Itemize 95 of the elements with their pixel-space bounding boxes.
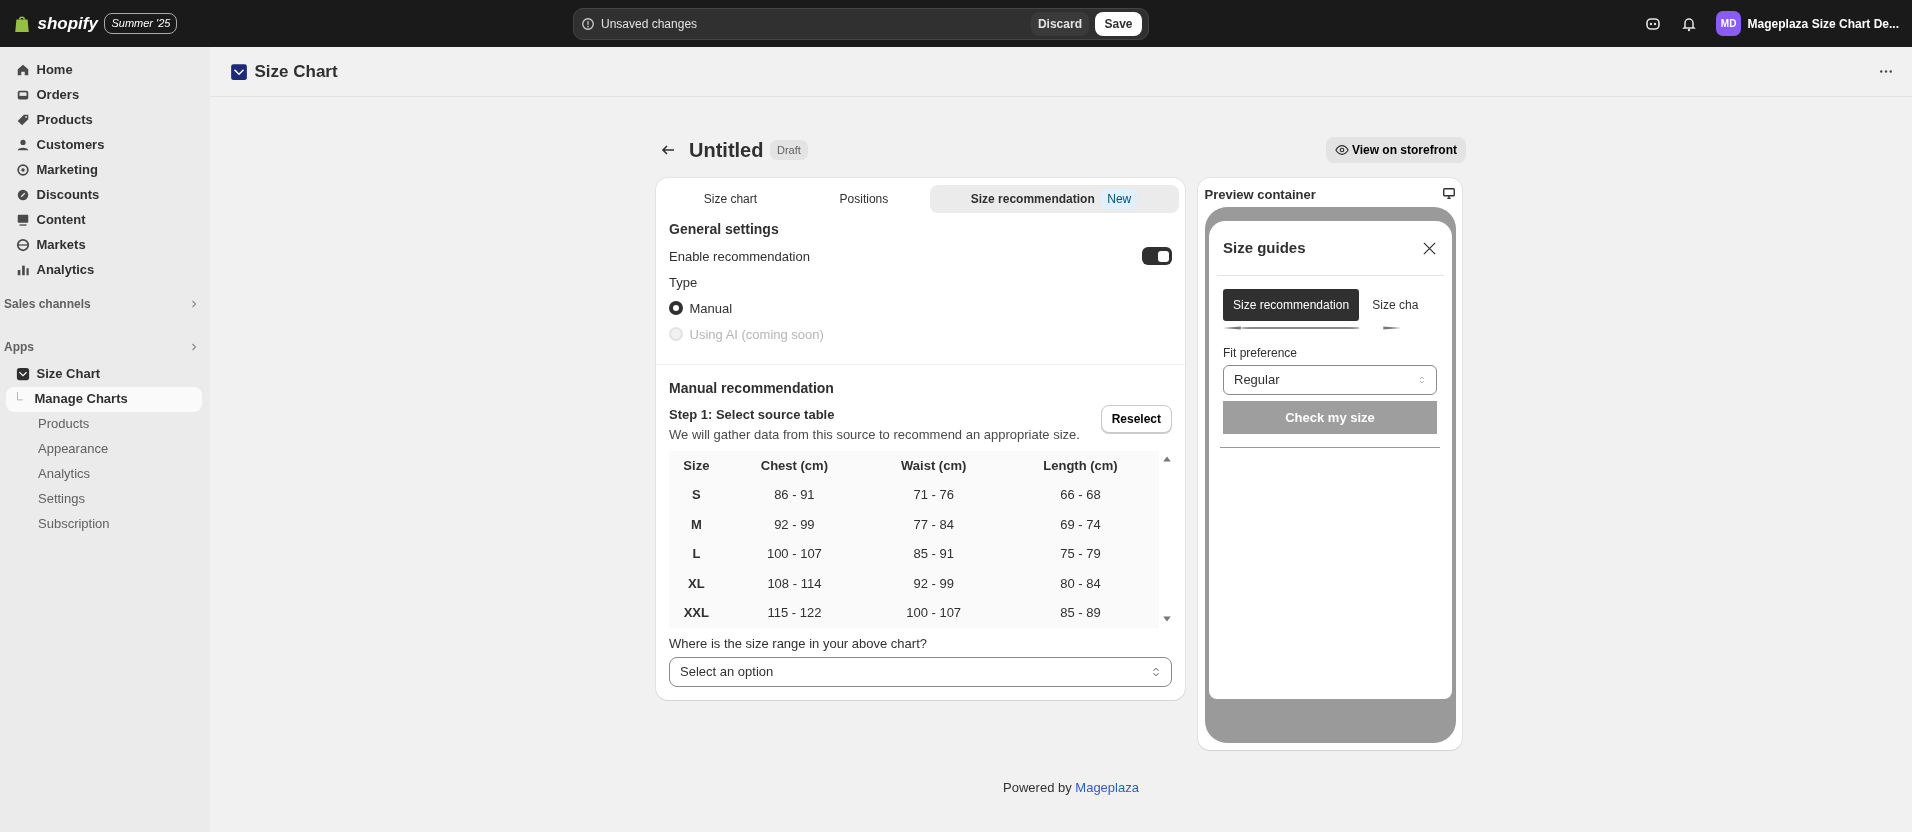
radio-label: Using AI (coming soon) [689, 325, 824, 344]
desktop-icon [1441, 187, 1456, 202]
nav-item[interactable]: Customers [8, 132, 202, 157]
chart-title: Untitled [689, 138, 764, 163]
modal-tab[interactable]: Size recommendation [1223, 289, 1360, 322]
column-header: Waist (cm) [865, 450, 1003, 480]
person-icon [16, 137, 30, 152]
tag-icon [16, 112, 30, 127]
field-label: Where is the size range in your above chart? [669, 635, 928, 653]
toggle-label: Enable recommendation [669, 247, 810, 266]
table-cell: 100 - 107 [865, 598, 1003, 628]
mageplaza-link[interactable]: Mageplaza [1075, 779, 1139, 795]
table-cell: 80 - 84 [1002, 568, 1159, 598]
step-title: Step 1: Select source table [669, 406, 836, 424]
target-icon [16, 162, 30, 177]
table-cell: 92 - 99 [865, 568, 1003, 598]
updown-caret-icon [1151, 665, 1161, 678]
home-icon [16, 62, 30, 77]
table-cell: 75 - 79 [1002, 539, 1159, 569]
nav-item[interactable]: Marketing [8, 157, 202, 182]
select-field[interactable]: Select an option [669, 656, 1172, 687]
nav-subitem[interactable]: Analytics [8, 461, 202, 487]
brand-logo[interactable]: shopify [37, 10, 98, 37]
table-cell: 77 - 84 [865, 509, 1003, 539]
footer-text: Powered by Mageplaza [1003, 779, 1139, 795]
table-cell: 69 - 74 [1002, 509, 1159, 539]
discard-button[interactable]: Discard [1030, 11, 1089, 36]
save-button[interactable]: Save [1095, 11, 1142, 36]
column-header: Chest (cm) [723, 450, 866, 480]
nav-item[interactable]: Products [8, 107, 202, 132]
nav-subitem[interactable]: Subscription [8, 511, 202, 537]
close-icon [1422, 240, 1437, 256]
bell-icon [1680, 15, 1697, 32]
nav-subitem[interactable]: Manage Charts [6, 386, 202, 412]
avatar[interactable]: MD [1716, 11, 1742, 36]
app-icon [16, 367, 30, 381]
view-storefront-button[interactable]: View on storefront [1325, 137, 1466, 163]
table-cell: M [669, 509, 724, 539]
nav-subitem[interactable]: Products [8, 411, 202, 437]
nav-item[interactable]: Orders [8, 82, 202, 107]
preview-title: Preview container [1204, 185, 1316, 204]
eye-icon [1334, 143, 1349, 157]
column-header: Length (cm) [1002, 450, 1159, 480]
section-heading[interactable]: Apps [4, 337, 34, 356]
table-cell: XXL [669, 598, 724, 628]
column-header: Size [669, 450, 724, 480]
field-label: Type [669, 273, 699, 292]
fit-select[interactable]: Regular [1223, 364, 1437, 395]
nav-subitem[interactable]: Appearance [8, 436, 202, 462]
table-cell: 108 - 114 [723, 568, 866, 598]
tab[interactable]: Size recommendation New [929, 184, 1179, 213]
info-icon [580, 16, 595, 31]
field-label: Fit preference [1223, 344, 1299, 362]
table-cell: XL [669, 568, 724, 598]
more-icon [1880, 70, 1892, 73]
mask-icon [1645, 15, 1662, 32]
table-cell: S [669, 480, 724, 510]
tab[interactable]: Size chart [662, 184, 799, 213]
reselect-button[interactable]: Reselect [1100, 405, 1172, 433]
nav-item[interactable]: Size Chart [8, 361, 202, 387]
table-cell: 85 - 91 [865, 539, 1003, 569]
modal-tab[interactable]: Size cha [1362, 289, 1429, 322]
table-cell: L [669, 539, 724, 569]
tab[interactable]: Positions [798, 184, 930, 213]
table-cell: 92 - 99 [723, 509, 866, 539]
toggle-switch[interactable] [1142, 247, 1172, 266]
table-cell: 100 - 107 [723, 539, 866, 569]
nav-item[interactable]: Analytics [8, 257, 202, 282]
table-cell: 115 - 122 [723, 598, 866, 628]
edition-tag: Summer '25 [104, 13, 178, 34]
table-cell: 71 - 76 [865, 480, 1003, 510]
nav-item[interactable]: Home [8, 57, 202, 82]
unsaved-notice: Unsaved changes [601, 15, 699, 33]
radio-button[interactable] [669, 301, 683, 316]
section-heading: General settings [669, 220, 780, 239]
section-heading[interactable]: Sales channels [4, 294, 91, 313]
nav-item[interactable]: Markets [8, 232, 202, 257]
section-heading: Manual recommendation [669, 378, 835, 398]
updown-caret-icon [1418, 374, 1426, 385]
nav-subitem[interactable]: Settings [8, 486, 202, 512]
store-name[interactable]: Mageplaza Size Chart De... [1747, 14, 1899, 33]
nav-item[interactable]: Content [8, 207, 202, 232]
table-cell: 66 - 68 [1002, 480, 1159, 510]
step-description: We will gather data from this source to recommend an appropriate size. [669, 425, 1080, 444]
table-cell: 85 - 89 [1002, 598, 1159, 628]
page-title: Size Chart [254, 60, 339, 83]
status-tag: Draft [769, 139, 808, 161]
nav-item[interactable]: Discounts [8, 182, 202, 207]
radio-label: Manual [689, 299, 733, 318]
monitor-icon [16, 212, 30, 227]
app-icon [230, 62, 248, 81]
shopping-bag-icon [13, 13, 31, 34]
modal-title: Size guides [1223, 238, 1306, 258]
table-cell: 86 - 91 [723, 480, 866, 510]
discount-icon [16, 187, 30, 202]
